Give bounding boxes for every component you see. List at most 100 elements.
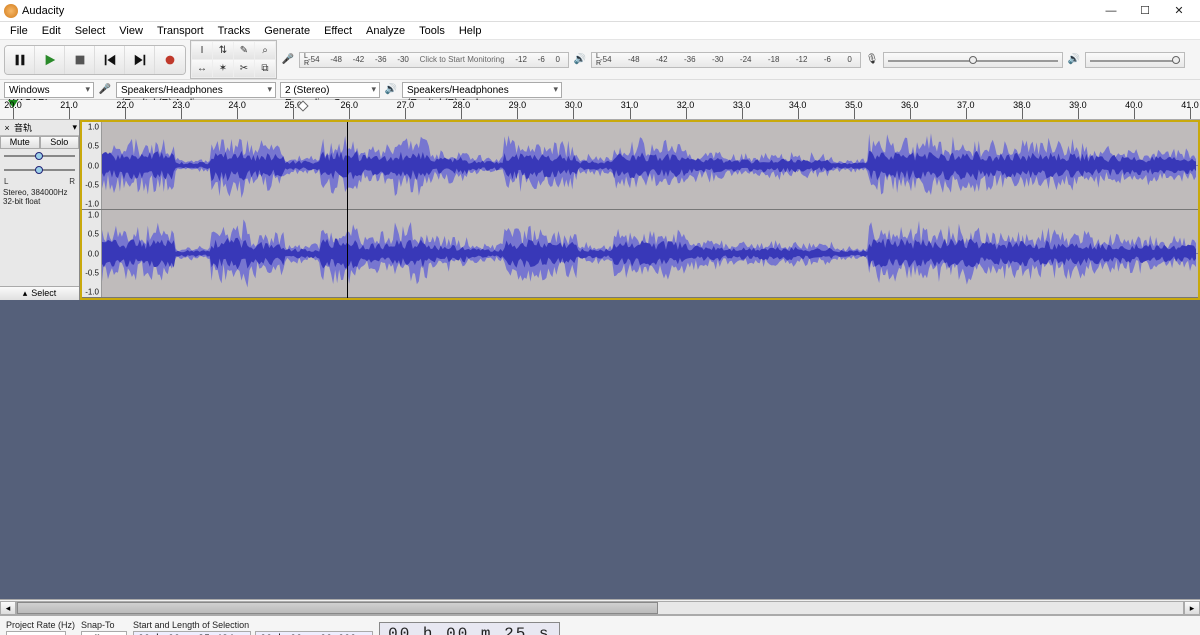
recording-device-dropdown[interactable]: Speakers/Headphones (Realtek(R) Audi [116,82,276,98]
status-bar: Project Rate (Hz) 384000 Snap-To Off Sta… [0,615,1200,635]
selection-length-field[interactable]: 00 h 00 m 00.000 s [255,631,373,635]
track-menu-button[interactable]: ▾ [72,122,77,133]
timeline-ruler[interactable]: 20.021.022.023.024.025.026.027.028.029.0… [0,100,1200,120]
playback-volume-slider[interactable] [1085,52,1185,68]
workspace: × 音轨 ▾ Mute Solo L R Stereo, 384000Hz 32-… [0,120,1200,599]
amplitude-scale: 1.0 0.5 0.0 -0.5 -1.0 [82,210,102,297]
ruler-tick-label: 38.0 [1013,100,1031,110]
menu-view[interactable]: View [113,24,149,38]
track-select-button[interactable]: ▴Select [0,286,79,300]
track-name[interactable]: 音轨 [14,121,70,134]
envelope-tool[interactable]: ⇅ [213,42,233,59]
menu-select[interactable]: Select [69,24,112,38]
playback-device-dropdown[interactable]: Speakers/Headphones (Realtek(R) Aud [402,82,562,98]
menu-tools[interactable]: Tools [413,24,451,38]
menu-analyze[interactable]: Analyze [360,24,411,38]
maximize-button[interactable]: ☐ [1128,1,1162,21]
empty-track-area[interactable] [80,300,1200,599]
ruler-tick-label: 28.0 [453,100,471,110]
channel-right[interactable]: 1.0 0.5 0.0 -0.5 -1.0 [82,210,1198,298]
mute-button[interactable]: Mute [0,136,40,149]
ruler-tick-label: 37.0 [957,100,975,110]
draw-tool[interactable]: ✎ [234,42,254,59]
speaker-device-icon: 🔊 [384,83,398,97]
menu-tracks[interactable]: Tracks [212,24,257,38]
solo-button[interactable]: Solo [40,136,80,149]
recording-meter[interactable]: LR -54-48-42-36-30 Click to Start Monito… [299,52,569,68]
playback-volume-icon: 🔊 [1067,53,1081,67]
horizontal-scrollbar[interactable]: ◂ ▸ [0,599,1200,615]
project-rate-dropdown[interactable]: 384000 [6,631,66,635]
ruler-tick-label: 36.0 [901,100,919,110]
gain-slider[interactable] [4,151,75,161]
track-close-button[interactable]: × [2,123,12,133]
ruler-tick-label: 22.0 [116,100,134,110]
menu-edit[interactable]: Edit [36,24,67,38]
minimize-button[interactable]: ― [1094,1,1128,21]
audio-host-dropdown[interactable]: Windows WASAPI [4,82,94,98]
menu-generate[interactable]: Generate [258,24,316,38]
track-format-info: Stereo, 384000Hz 32-bit float [0,186,79,208]
pan-slider[interactable] [4,165,75,175]
mic-icon: 🎤 [281,53,295,67]
audio-track[interactable]: 1.0 0.5 0.0 -0.5 -1.0 1.0 0.5 0.0 -0.5 -… [80,120,1200,300]
waveform-left[interactable] [102,122,1198,209]
ruler-tick-label: 20.0 [4,100,22,110]
ruler-tick-label: 34.0 [789,100,807,110]
ruler-tick-label: 33.0 [733,100,751,110]
transport-controls [4,45,186,75]
window-title: Audacity [22,5,64,17]
playback-cursor[interactable] [347,122,348,298]
waveform-area[interactable]: 1.0 0.5 0.0 -0.5 -1.0 1.0 0.5 0.0 -0.5 -… [80,120,1200,599]
ruler-tick-label: 29.0 [509,100,527,110]
multi-tool[interactable]: ✶ [213,60,233,77]
selection-label: Start and Length of Selection [133,620,373,630]
edit-tools: I ⇅ ✎ ⌕ ↔ ✶ ✂ ⧉ [190,40,277,79]
timeshift-tool[interactable]: ↔ [192,60,212,77]
ruler-tick-label: 23.0 [172,100,190,110]
record-button[interactable] [155,46,185,74]
zoom-tool[interactable]: ⌕ [255,42,275,59]
scroll-left-button[interactable]: ◂ [0,601,16,615]
recording-channels-dropdown[interactable]: 2 (Stereo) Recording C [280,82,380,98]
audio-position-display[interactable]: 00 h 00 m 25 s [379,622,559,635]
recording-volume-slider[interactable] [883,52,1063,68]
ruler-tick-label: 24.0 [228,100,246,110]
skip-end-button[interactable] [125,46,155,74]
selection-start-field[interactable]: 00 h 00 m 25.484 s [133,631,251,635]
transport-toolbar: I ⇅ ✎ ⌕ ↔ ✶ ✂ ⧉ 🎤 LR -54-48-42-36-30 Cli… [0,40,1200,80]
play-button[interactable] [35,46,65,74]
channel-left[interactable]: 1.0 0.5 0.0 -0.5 -1.0 [82,122,1198,210]
ruler-tick-label: 30.0 [565,100,583,110]
skip-start-button[interactable] [95,46,125,74]
playback-meter[interactable]: LR -54-48-42-36-30-24-18-12-60 [591,52,861,68]
copy-tool[interactable]: ⧉ [255,60,275,77]
ruler-tick-label: 27.0 [397,100,415,110]
pause-button[interactable] [5,46,35,74]
mic-device-icon: 🎤 [98,83,112,97]
stop-button[interactable] [65,46,95,74]
waveform-right[interactable] [102,210,1198,297]
project-rate-label: Project Rate (Hz) [6,620,75,630]
device-toolbar: Windows WASAPI 🎤 Speakers/Headphones (Re… [0,80,1200,100]
selection-tool[interactable]: I [192,42,212,59]
ruler-tick-label: 32.0 [677,100,695,110]
title-bar: Audacity ― ☐ ✕ [0,0,1200,22]
ruler-tick-label: 31.0 [621,100,639,110]
scroll-right-button[interactable]: ▸ [1184,601,1200,615]
snap-to-label: Snap-To [81,620,127,630]
mic-volume-icon: 🎙 [865,53,879,67]
amplitude-scale: 1.0 0.5 0.0 -0.5 -1.0 [82,122,102,209]
snap-to-dropdown[interactable]: Off [81,631,127,635]
menu-file[interactable]: File [4,24,34,38]
pan-right-label: R [69,177,75,186]
close-button[interactable]: ✕ [1162,1,1196,21]
menu-effect[interactable]: Effect [318,24,358,38]
ruler-tick-label: 40.0 [1125,100,1143,110]
scrollbar-thumb[interactable] [17,602,658,614]
menu-transport[interactable]: Transport [151,24,210,38]
cut-tool[interactable]: ✂ [234,60,254,77]
ruler-tick-label: 26.0 [341,100,359,110]
menu-help[interactable]: Help [453,24,488,38]
pan-left-label: L [4,177,8,186]
